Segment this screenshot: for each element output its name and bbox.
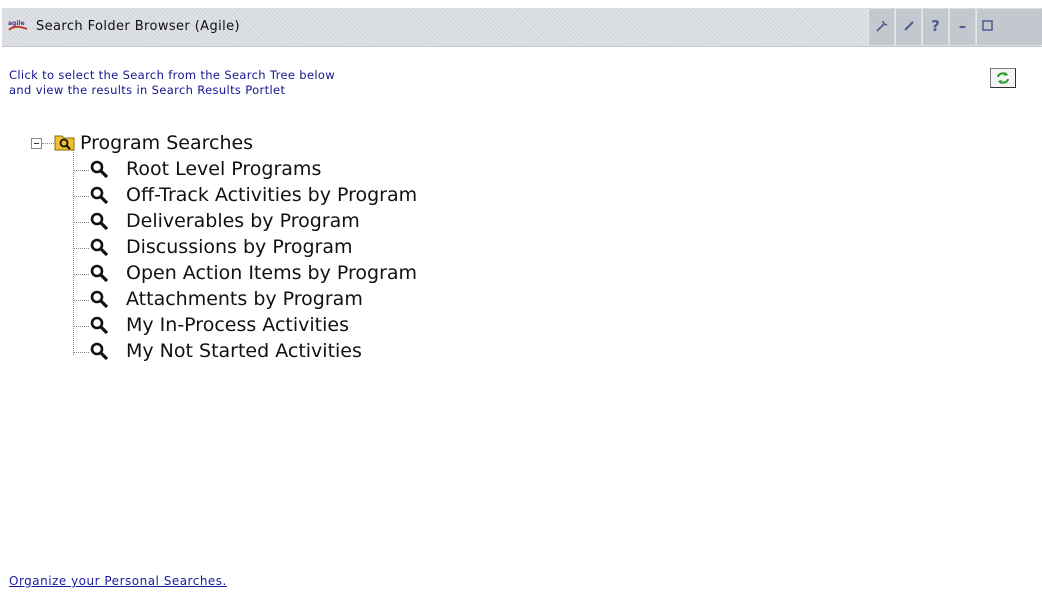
minimize-button[interactable]: –: [949, 9, 975, 45]
tree-item-my-not-started-activities[interactable]: My Not Started Activities: [73, 339, 673, 365]
collapse-toggle[interactable]: [31, 138, 42, 149]
refresh-button[interactable]: [990, 68, 1016, 88]
help-button-label: ?: [931, 17, 940, 35]
tree-item-off-track-activities[interactable]: Off-Track Activities by Program: [73, 183, 673, 209]
tree-item-root-level-programs[interactable]: Root Level Programs: [73, 157, 673, 183]
search-folder-browser-portlet: agile Search Folder Browser (Agile) ? – …: [0, 0, 1042, 598]
tree-item-open-action-items[interactable]: Open Action Items by Program: [73, 261, 673, 287]
maximize-button[interactable]: [976, 9, 1042, 45]
help-button[interactable]: ?: [922, 9, 948, 45]
search-icon: [90, 342, 109, 361]
search-icon: [90, 316, 109, 335]
configure-button[interactable]: [868, 9, 894, 45]
tree-item-label: My Not Started Activities: [126, 340, 362, 362]
tree-item-label: Discussions by Program: [126, 236, 353, 258]
edit-button[interactable]: [895, 9, 921, 45]
search-icon: [90, 212, 109, 231]
tree-item-label: Open Action Items by Program: [126, 262, 418, 284]
wrench-icon: [875, 20, 887, 32]
tree-item-attachments[interactable]: Attachments by Program: [73, 287, 673, 313]
tree-root-label[interactable]: Program Searches: [80, 132, 253, 154]
search-icon: [90, 186, 109, 205]
tree-item-label: Off-Track Activities by Program: [126, 184, 418, 206]
tree-item-discussions[interactable]: Discussions by Program: [73, 235, 673, 261]
tree-item-label: Root Level Programs: [126, 158, 322, 180]
pencil-icon: [903, 21, 914, 31]
tree-item-label: Deliverables by Program: [126, 210, 360, 232]
tree-connector: [42, 143, 54, 144]
search-tree: Program Searches Root Level Programs Off…: [0, 0, 700, 380]
search-folder-icon: [54, 135, 75, 151]
refresh-icon: [997, 72, 1009, 84]
search-icon: [90, 238, 109, 257]
minimize-button-label: –: [958, 17, 967, 35]
search-icon: [90, 264, 109, 283]
search-icon: [90, 160, 109, 179]
organize-personal-searches-link[interactable]: Organize your Personal Searches.: [9, 574, 227, 588]
tree-item-label: My In-Process Activities: [126, 314, 349, 336]
tree-item-my-in-process-activities[interactable]: My In-Process Activities: [73, 313, 673, 339]
maximize-icon: [982, 20, 993, 31]
tree-item-label: Attachments by Program: [126, 288, 363, 310]
search-icon: [90, 290, 109, 309]
tree-item-deliverables[interactable]: Deliverables by Program: [73, 209, 673, 235]
